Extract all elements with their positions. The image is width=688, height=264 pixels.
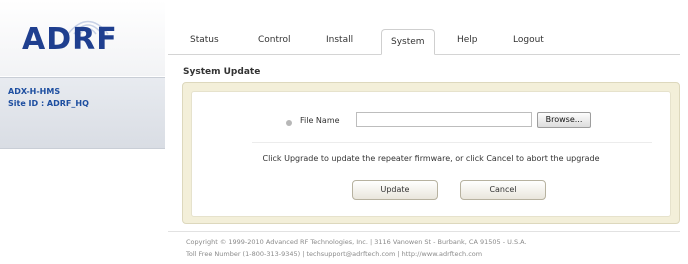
device-name: ADX-H-HMS — [8, 87, 61, 96]
footer-divider — [168, 231, 680, 232]
site-id: Site ID : ADRF_HQ — [8, 99, 89, 108]
tab-install[interactable]: Install — [320, 32, 359, 48]
footer-contact: Toll Free Number (1-800-313-9345) | tech… — [186, 250, 483, 258]
tab-system[interactable]: System — [381, 29, 435, 55]
tab-logout[interactable]: Logout — [507, 32, 550, 48]
logo-area: ADRF — [0, 0, 165, 76]
footer-copyright: Copyright © 1999-2010 Advanced RF Techno… — [186, 238, 527, 246]
page-title: System Update — [183, 67, 261, 77]
tab-control[interactable]: Control — [252, 32, 297, 48]
update-button[interactable]: Update — [352, 180, 438, 200]
system-update-form: File Name Browse... Click Upgrade to upd… — [191, 91, 671, 217]
bullet-icon — [286, 120, 292, 126]
tab-help[interactable]: Help — [451, 32, 484, 48]
divider — [252, 142, 652, 143]
file-name-input[interactable] — [356, 112, 532, 127]
upgrade-instructions: Click Upgrade to update the repeater fir… — [262, 154, 600, 163]
company-logo: ADRF — [22, 22, 118, 57]
cancel-button[interactable]: Cancel — [460, 180, 546, 200]
site-info-panel: ADX-H-HMS Site ID : ADRF_HQ — [0, 77, 165, 149]
system-update-panel: File Name Browse... Click Upgrade to upd… — [182, 82, 680, 224]
file-name-label: File Name — [300, 116, 340, 125]
main-nav-tabs: Status Control Install System Help Logou… — [168, 26, 680, 55]
browse-button[interactable]: Browse... — [537, 112, 591, 128]
tab-status[interactable]: Status — [184, 32, 225, 48]
sidebar: ADRF ADX-H-HMS Site ID : ADRF_HQ — [0, 0, 165, 264]
